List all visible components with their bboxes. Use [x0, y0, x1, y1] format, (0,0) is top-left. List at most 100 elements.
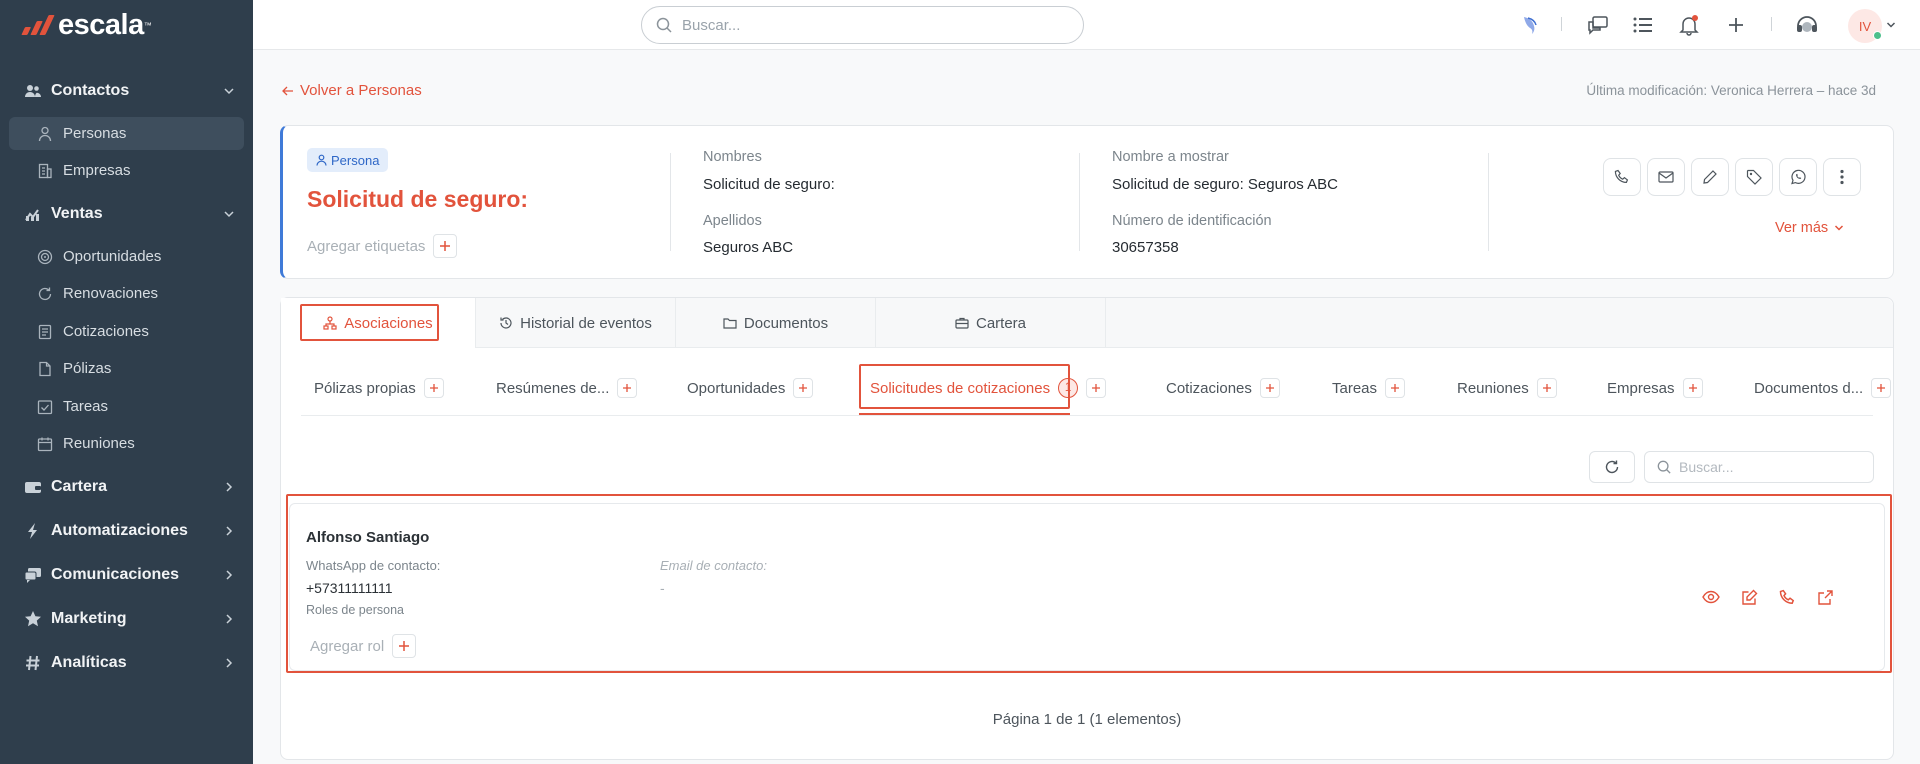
sidebar-item-renovaciones[interactable]: Renovaciones: [9, 277, 244, 310]
tab-historial-de-eventos[interactable]: Historial de eventos: [476, 298, 676, 348]
bell-icon[interactable]: [1676, 12, 1702, 38]
target-icon: [37, 249, 53, 265]
record-title: Solicitud de seguro:: [307, 186, 529, 212]
plus-icon[interactable]: [1723, 12, 1749, 38]
sidebar-item-personas[interactable]: Personas: [9, 117, 244, 150]
subtab-resumenes[interactable]: Resúmenes de...: [496, 376, 638, 400]
subtab-documentos[interactable]: Documentos d...: [1754, 376, 1892, 400]
subtab-add-button[interactable]: [1385, 378, 1406, 398]
subtab-solicitudes-de-cotizaciones[interactable]: Solicitudes de cotizaciones 1: [870, 376, 1107, 400]
list-item[interactable]: Alfonso Santiago WhatsApp de contacto: +…: [289, 503, 1885, 671]
chevron-down-icon[interactable]: [1886, 20, 1896, 30]
subtab-label: Tareas: [1332, 379, 1378, 397]
sidebar-item-empresas[interactable]: Empresas: [9, 154, 244, 187]
tag-button[interactable]: [1735, 158, 1773, 196]
sidebar-item-label: Reuniones: [63, 435, 135, 452]
sidebar-item-label: Oportunidades: [63, 248, 162, 265]
open-external-button[interactable]: [1814, 586, 1836, 608]
sidebar-item-oportunidades[interactable]: Oportunidades: [9, 240, 244, 273]
call-button[interactable]: [1603, 158, 1641, 196]
sidebar-section-label: Automatizaciones: [51, 522, 188, 539]
tab-asociaciones[interactable]: Asociaciones: [281, 298, 476, 348]
subtab-add-button[interactable]: [1536, 378, 1557, 398]
sidebar-section-cartera[interactable]: Cartera: [0, 469, 253, 505]
call-row-button[interactable]: [1776, 586, 1798, 608]
tab-cartera[interactable]: Cartera: [876, 298, 1106, 348]
briefcase-icon: [955, 317, 969, 329]
global-search[interactable]: [641, 6, 1084, 44]
header-divider: [1488, 153, 1489, 251]
more-vertical-icon: [1840, 169, 1844, 185]
subtab-reuniones[interactable]: Reuniones: [1457, 376, 1557, 400]
subtab-add-button[interactable]: [423, 378, 444, 398]
edit-row-button[interactable]: [1738, 586, 1760, 608]
more-options-button[interactable]: [1823, 158, 1861, 196]
plus-icon: [1877, 384, 1886, 392]
assistant-bird-icon[interactable]: [1518, 12, 1544, 38]
sidebar-section-analiticas[interactable]: Analíticas: [0, 645, 253, 681]
count-badge: 1: [1058, 378, 1079, 398]
add-tags-button[interactable]: [433, 234, 458, 258]
edit-button[interactable]: [1691, 158, 1729, 196]
sidebar-item-cotizaciones[interactable]: Cotizaciones: [9, 315, 244, 348]
header-divider: [670, 153, 671, 251]
subtab-label: Pólizas propias: [314, 379, 416, 397]
email-button[interactable]: [1647, 158, 1685, 196]
subtab-add-button[interactable]: [617, 378, 638, 398]
app-logo[interactable]: escala ™: [21, 9, 152, 41]
sidebar-section-automatizaciones[interactable]: Automatizaciones: [0, 513, 253, 549]
plus-icon: [440, 241, 451, 251]
sidebar-item-polizas[interactable]: Pólizas: [9, 352, 244, 385]
sidebar-item-label: Personas: [63, 125, 127, 142]
chat-bubbles-icon[interactable]: [1585, 12, 1611, 38]
subtab-add-button[interactable]: [1682, 378, 1703, 398]
view-button[interactable]: [1700, 586, 1722, 608]
list-icon[interactable]: [1630, 12, 1656, 38]
subtab-oportunidades[interactable]: Oportunidades: [687, 376, 814, 400]
subtab-add-button[interactable]: [1871, 378, 1892, 398]
list-search-input[interactable]: [1679, 459, 1859, 475]
sidebar-item-reuniones[interactable]: Reuniones: [9, 427, 244, 460]
plus-icon: [1688, 384, 1697, 392]
global-search-input[interactable]: [682, 16, 1062, 34]
back-link-label: Volver a Personas: [300, 82, 422, 99]
sidebar-section-label: Cartera: [51, 478, 108, 495]
bolt-icon: [24, 522, 42, 540]
subtab-cotizaciones[interactable]: Cotizaciones: [1166, 376, 1280, 400]
subtab-tareas[interactable]: Tareas: [1332, 376, 1406, 400]
tab-documentos[interactable]: Documentos: [676, 298, 876, 348]
logo-tm: ™: [143, 20, 152, 30]
plus-icon: [799, 384, 808, 392]
subtab-add-button[interactable]: [1086, 378, 1107, 398]
refresh-button[interactable]: [1589, 451, 1635, 483]
support-headset-icon[interactable]: [1794, 12, 1820, 38]
star-icon: [24, 610, 42, 628]
avatar-initials: IV: [1858, 18, 1872, 34]
sidebar-item-tareas[interactable]: Tareas: [9, 390, 244, 423]
add-role-button[interactable]: [392, 634, 417, 658]
numero-identificacion-label: Número de identificación: [1112, 213, 1272, 229]
chevron-right-icon: [226, 614, 233, 624]
sidebar-section-ventas[interactable]: Ventas: [0, 196, 253, 232]
sidebar-item-label: Renovaciones: [63, 285, 159, 302]
checkbox-icon: [37, 399, 53, 415]
phone-icon: [1779, 589, 1794, 604]
list-search[interactable]: [1644, 451, 1874, 483]
subtab-add-button[interactable]: [793, 378, 814, 398]
pencil-icon: [1703, 170, 1717, 184]
subtab-add-button[interactable]: [1259, 378, 1280, 398]
sidebar-section-contactos[interactable]: Contactos: [0, 73, 253, 109]
back-link[interactable]: Volver a Personas: [282, 82, 422, 99]
sidebar-section-label: Analíticas: [51, 654, 127, 671]
subtab-empresas[interactable]: Empresas: [1607, 376, 1703, 400]
sidebar-section-comunicaciones[interactable]: Comunicaciones: [0, 557, 253, 593]
whatsapp-label: WhatsApp de contacto:: [306, 558, 441, 573]
wallet-icon: [24, 478, 42, 496]
sidebar-section-marketing[interactable]: Marketing: [0, 601, 253, 637]
ver-mas-link[interactable]: Ver más: [1775, 220, 1844, 236]
org-chart-icon: [323, 316, 337, 330]
subtab-polizas-propias[interactable]: Pólizas propias: [314, 376, 444, 400]
document-icon: [37, 324, 53, 340]
sidebar-item-label: Tareas: [63, 398, 109, 415]
whatsapp-button[interactable]: [1779, 158, 1817, 196]
